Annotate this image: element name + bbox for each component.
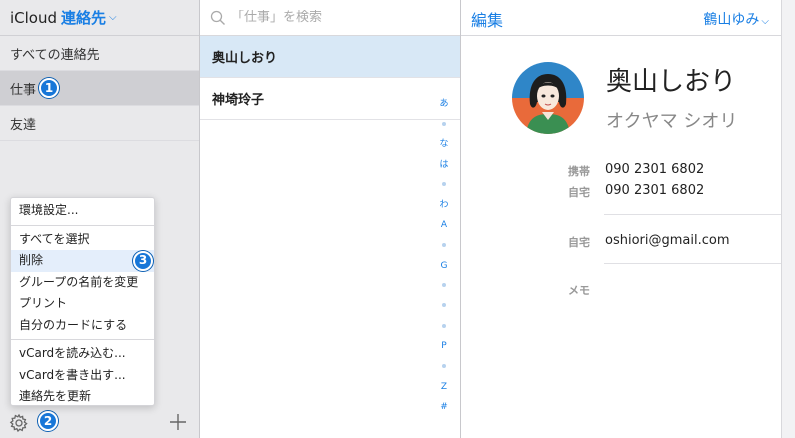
sidebar-toolbar: 2 [0,408,199,438]
group-label: すべての連絡先 [10,47,100,63]
group-friends[interactable]: 友達 [0,106,199,141]
menu-item-delete[interactable]: 削除 3 [11,250,154,272]
menu-item-export-vcard[interactable]: vCardを書き出す... [11,365,154,387]
chevron-down-icon: ⌵ [761,16,769,27]
index-dot-mark [442,283,446,288]
field-label: 携帯 [568,165,590,178]
menu-item-select-all[interactable]: すべてを選択 [11,229,154,251]
divider [604,263,781,264]
action-menu: 環境設定... すべてを選択 削除 3 グループの名前を変更 プリント 自分のカ… [10,197,155,406]
search-icon [210,10,225,25]
phone-home-value[interactable]: 090 2301 6802 [605,183,704,198]
index-letter[interactable]: わ [436,195,452,215]
field-label: 自宅 [568,186,590,199]
index-dot[interactable] [436,296,452,316]
group-all-contacts[interactable]: すべての連絡先 [0,36,199,71]
index-dot-mark [442,121,446,126]
index-dot[interactable] [436,276,452,296]
step-badge: 3 [133,251,153,271]
contact-detail-pane: 編集 鶴山ゆみ ⌵ 奥山しおり オクヤマ シオリ 携帯 090 2301 6802… [461,0,781,438]
index-dot[interactable] [436,114,452,134]
index-dot-mark [442,323,446,328]
step-badge: 1 [39,78,60,98]
index-dot-mark [442,182,446,187]
step-badge: 2 [38,411,58,431]
add-icon[interactable] [168,412,188,432]
group-label: 仕事 [10,82,37,98]
index-letter[interactable]: A [436,215,452,235]
chevron-down-icon[interactable]: ⌵ [109,12,117,23]
user-name: 鶴山ゆみ [703,12,760,28]
menu-item-print[interactable]: プリント [11,293,154,315]
index-letter[interactable]: は [436,155,452,175]
menu-item-rename-group[interactable]: グループの名前を変更 [11,272,154,294]
index-dot[interactable] [436,316,452,336]
app-name: iCloud [10,8,58,27]
group-work[interactable]: 仕事 1 [0,71,199,106]
index-dot-mark [442,363,446,368]
contact-row[interactable]: 神埼玲子 [200,78,460,120]
index-letter[interactable]: # [436,397,452,417]
index-dot-mark [442,242,446,247]
menu-item-refresh[interactable]: 連絡先を更新 [11,386,154,408]
menu-item-label: 削除 [19,253,44,267]
field-label: メモ [568,284,590,297]
index-dot[interactable] [436,356,452,376]
contact-list-pane: 奥山しおり 神埼玲子 あなはわA G P Z# [200,0,461,438]
index-letter[interactable]: Z [436,377,452,397]
menu-separator [11,224,154,226]
contact-name: 神埼玲子 [212,93,265,108]
user-menu[interactable]: 鶴山ゆみ ⌵ [703,9,769,29]
index-dot[interactable] [436,235,452,255]
index-letter[interactable]: あ [436,94,452,114]
gear-icon[interactable] [9,413,29,433]
edit-button[interactable]: 編集 [471,7,503,31]
index-letter[interactable]: P [436,336,452,356]
app-switcher[interactable]: 連絡先 [61,7,106,28]
group-label: 友達 [10,117,37,133]
menu-separator [11,339,154,340]
email-value[interactable]: oshiori@gmail.com [605,233,730,248]
phone-mobile-value[interactable]: 090 2301 6802 [605,162,704,177]
menu-item-import-vcard[interactable]: vCardを読み込む... [11,343,154,365]
menu-item-make-my-card[interactable]: 自分のカードにする [11,315,154,337]
search-bar [200,0,460,36]
scrollbar[interactable] [781,0,795,438]
contact-full-name: 奥山しおり [606,67,737,97]
contact-row[interactable]: 奥山しおり [200,36,460,78]
index-letter[interactable]: な [436,134,452,154]
search-input[interactable] [231,10,431,25]
field-label: 自宅 [568,236,590,249]
index-dot[interactable] [436,175,452,195]
index-letter[interactable]: G [436,256,452,276]
menu-item-preferences[interactable]: 環境設定... [11,200,154,222]
avatar [512,62,584,134]
sidebar-header: iCloud 連絡先 ⌵ [0,0,199,36]
alphabet-index[interactable]: あなはわ A G P Z # [436,94,452,417]
contact-phonetic-name: オクヤマ シオリ [606,111,738,132]
detail-header: 編集 鶴山ゆみ ⌵ [461,0,781,36]
index-dot-mark [442,303,446,308]
contact-name: 奥山しおり [212,51,278,66]
divider [604,214,781,215]
